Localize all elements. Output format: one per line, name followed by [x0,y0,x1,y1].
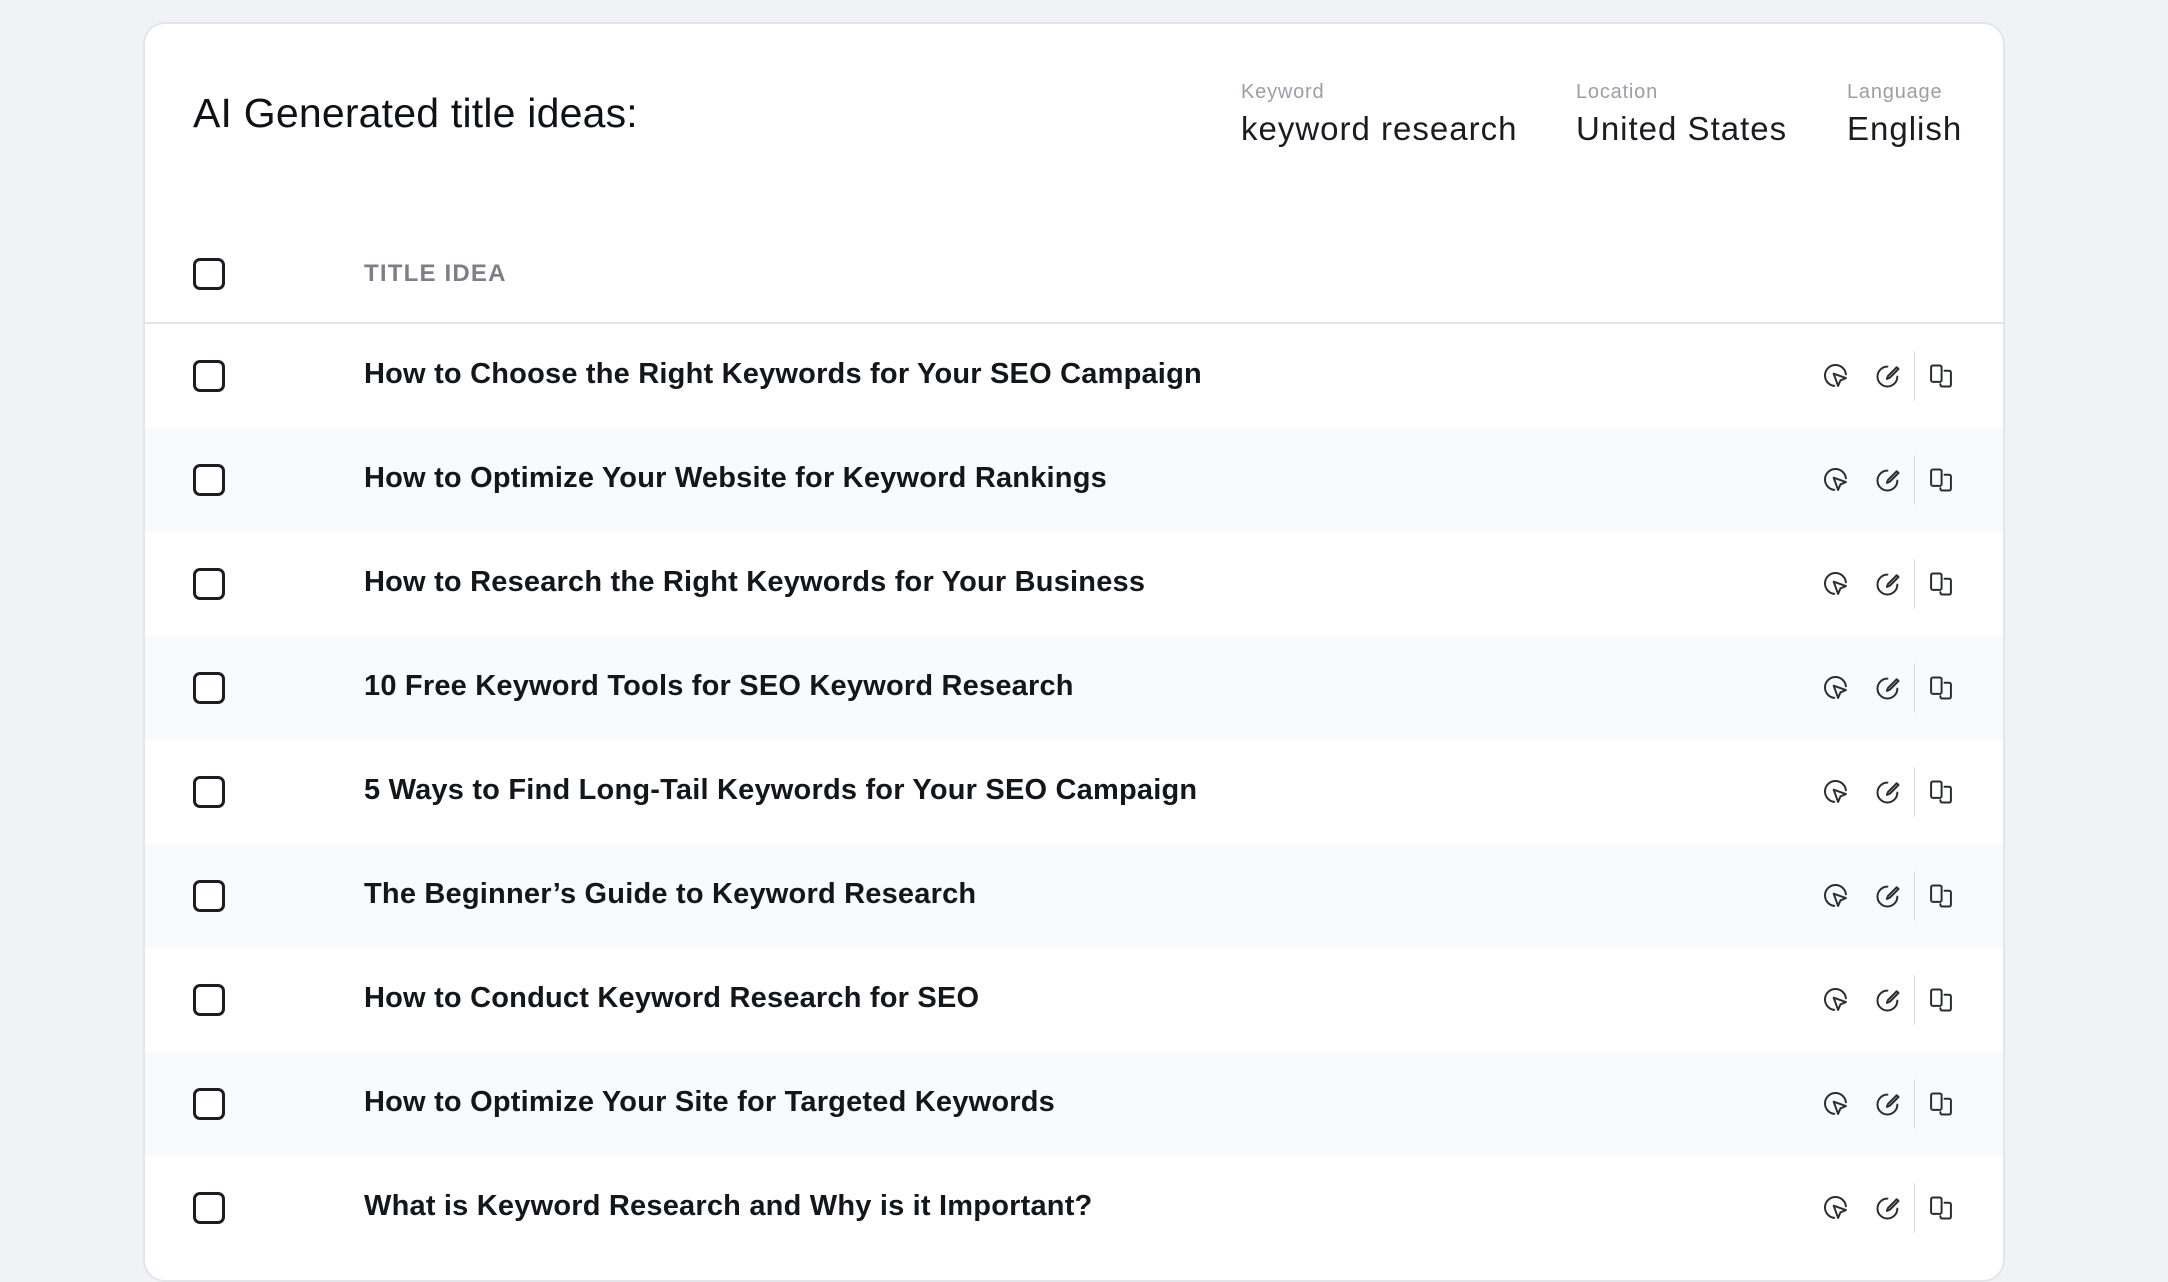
copy-icon[interactable] [1921,564,1961,604]
edit-icon[interactable] [1868,1084,1908,1124]
edit-icon[interactable] [1868,876,1908,916]
actions-divider [1914,1183,1915,1233]
table-header: TITLE IDEA [145,220,2003,324]
table-row: 10 Free Keyword Tools for SEO Keyword Re… [145,636,2003,740]
row-actions [1816,351,1961,401]
row-title: The Beginner’s Guide to Keyword Research [364,878,977,910]
copy-icon[interactable] [1921,668,1961,708]
cursor-click-icon[interactable] [1816,668,1856,708]
row-checkbox[interactable] [193,1192,225,1224]
row-actions [1816,1079,1961,1129]
row-checkbox[interactable] [193,568,225,600]
actions-divider [1914,871,1915,921]
copy-icon[interactable] [1921,980,1961,1020]
column-header-title-idea: TITLE IDEA [364,260,507,287]
copy-icon[interactable] [1921,1084,1961,1124]
table-row: How to Optimize Your Website for Keyword… [145,428,2003,532]
copy-icon[interactable] [1921,356,1961,396]
actions-divider [1914,559,1915,609]
row-checkbox[interactable] [193,984,225,1016]
cursor-click-icon[interactable] [1816,1084,1856,1124]
meta-language-value: English [1847,110,1963,147]
meta-keyword: Keyword keyword research [1241,80,1517,150]
edit-icon[interactable] [1868,668,1908,708]
row-title: What is Keyword Research and Why is it I… [364,1190,1093,1222]
cursor-click-icon[interactable] [1816,460,1856,500]
actions-divider [1914,351,1915,401]
row-title: How to Conduct Keyword Research for SEO [364,982,980,1014]
row-actions [1816,975,1961,1025]
table-row: How to Conduct Keyword Research for SEO [145,948,2003,1052]
table-row: 5 Ways to Find Long-Tail Keywords for Yo… [145,740,2003,844]
row-actions [1816,767,1961,817]
actions-divider [1914,455,1915,505]
actions-divider [1914,663,1915,713]
copy-icon[interactable] [1921,1188,1961,1228]
row-title: How to Choose the Right Keywords for You… [364,358,1202,390]
cursor-click-icon[interactable] [1816,356,1856,396]
edit-icon[interactable] [1868,980,1908,1020]
copy-icon[interactable] [1921,772,1961,812]
edit-icon[interactable] [1868,460,1908,500]
edit-icon[interactable] [1868,1188,1908,1228]
cursor-click-icon[interactable] [1816,980,1856,1020]
row-checkbox[interactable] [193,880,225,912]
cursor-click-icon[interactable] [1816,876,1856,916]
page-title: AI Generated title ideas: [193,90,638,136]
meta-location-value: United States [1576,110,1788,147]
cursor-click-icon[interactable] [1816,772,1856,812]
row-actions [1816,1183,1961,1233]
actions-divider [1914,975,1915,1025]
row-actions [1816,871,1961,921]
copy-icon[interactable] [1921,876,1961,916]
meta-language: Language English [1847,80,1962,150]
cursor-click-icon[interactable] [1816,564,1856,604]
row-title: How to Research the Right Keywords for Y… [364,566,1146,598]
title-ideas-card: AI Generated title ideas: Keyword keywor… [143,22,2005,1282]
table-row: What is Keyword Research and Why is it I… [145,1156,2003,1260]
row-checkbox[interactable] [193,1088,225,1120]
row-checkbox[interactable] [193,360,225,392]
table-row: How to Optimize Your Site for Targeted K… [145,1052,2003,1156]
table-row: The Beginner’s Guide to Keyword Research [145,844,2003,948]
actions-divider [1914,1079,1915,1129]
cursor-click-icon[interactable] [1816,1188,1856,1228]
edit-icon[interactable] [1868,356,1908,396]
edit-icon[interactable] [1868,772,1908,812]
row-title: How to Optimize Your Site for Targeted K… [364,1086,1055,1118]
meta-keyword-value: keyword research [1241,110,1518,147]
copy-icon[interactable] [1921,460,1961,500]
meta-keyword-label: Keyword [1241,81,1325,103]
select-all-checkbox[interactable] [193,258,225,290]
row-title: 5 Ways to Find Long-Tail Keywords for Yo… [364,774,1198,806]
row-title: How to Optimize Your Website for Keyword… [364,462,1107,494]
table-body: How to Choose the Right Keywords for You… [145,324,2003,1260]
row-actions [1816,455,1961,505]
row-actions [1816,559,1961,609]
row-actions [1816,663,1961,713]
actions-divider [1914,767,1915,817]
row-checkbox[interactable] [193,672,225,704]
row-checkbox[interactable] [193,776,225,808]
row-title: 10 Free Keyword Tools for SEO Keyword Re… [364,670,1074,702]
table-row: How to Choose the Right Keywords for You… [145,324,2003,428]
table-row: How to Research the Right Keywords for Y… [145,532,2003,636]
edit-icon[interactable] [1868,564,1908,604]
meta-language-label: Language [1847,81,1943,103]
meta-location: Location United States [1576,80,1787,150]
row-checkbox[interactable] [193,464,225,496]
meta-location-label: Location [1576,81,1659,103]
